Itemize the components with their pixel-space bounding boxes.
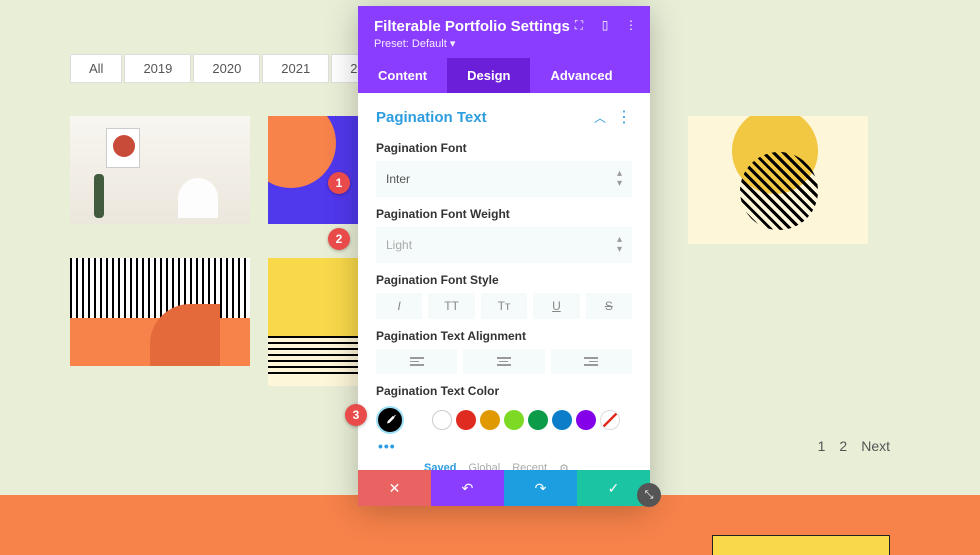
portfolio-tile[interactable] (70, 258, 250, 366)
font-select[interactable]: Inter ▴▾ (376, 161, 632, 197)
chevron-updown-icon: ▴▾ (617, 169, 622, 189)
filter-2020[interactable]: 2020 (193, 54, 260, 83)
tab-design[interactable]: Design (447, 58, 530, 93)
expand-icon[interactable]: ⛶ (572, 18, 586, 32)
portfolio-tile[interactable] (688, 116, 868, 244)
section-menu-icon[interactable]: ⋮ (616, 107, 632, 127)
panel-preset-selector[interactable]: Preset: Default ▾ (374, 37, 634, 50)
chevron-updown-icon: ▴▾ (617, 235, 622, 255)
eyedropper-icon (383, 413, 397, 427)
portfolio-tile[interactable] (70, 116, 250, 224)
underline-button[interactable]: U (533, 293, 579, 319)
swatch-none[interactable] (600, 410, 620, 430)
filter-2021[interactable]: 2021 (262, 54, 329, 83)
callout-marker-2: 2 (328, 228, 350, 250)
align-label: Pagination Text Alignment (376, 329, 632, 343)
more-icon[interactable]: ⋮ (624, 18, 638, 32)
swatch-blue[interactable] (552, 410, 572, 430)
undo-button[interactable]: ↶ (431, 470, 504, 506)
column-icon[interactable]: ▯ (598, 18, 612, 32)
swatch-tab-recent[interactable]: Recent (512, 462, 547, 470)
redo-button[interactable]: ↷ (504, 470, 577, 506)
style-label: Pagination Font Style (376, 273, 632, 287)
swatch-settings-icon[interactable]: ⚙ (559, 462, 569, 471)
more-colors-icon[interactable]: ••• (378, 438, 632, 454)
swatch-black[interactable] (408, 410, 428, 430)
weight-select[interactable]: Light ▴▾ (376, 227, 632, 263)
collapse-icon[interactable]: ︿ (594, 109, 606, 126)
swatch-red[interactable] (456, 410, 476, 430)
panel-body: Pagination Text ︿ ⋮ Pagination Font Inte… (358, 93, 650, 470)
panel-footer: ✕ ↶ ↷ ✓ (358, 470, 650, 506)
filter-2019[interactable]: 2019 (124, 54, 191, 83)
color-label: Pagination Text Color (376, 384, 632, 398)
smallcaps-button[interactable]: Tᴛ (481, 293, 527, 319)
callout-marker-1: 1 (328, 172, 350, 194)
pagination-page-1[interactable]: 1 (818, 438, 826, 454)
tab-advanced[interactable]: Advanced (530, 58, 632, 93)
filter-all[interactable]: All (70, 54, 122, 83)
swatch-green[interactable] (528, 410, 548, 430)
filter-bar: All 2019 2020 2021 2022 (70, 54, 398, 83)
align-right-button[interactable] (551, 349, 632, 374)
swatch-white[interactable] (432, 410, 452, 430)
font-label: Pagination Font (376, 141, 632, 155)
color-picker-button[interactable] (376, 406, 404, 434)
panel-header: Filterable Portfolio Settings Preset: De… (358, 6, 650, 58)
pagination-next[interactable]: Next (861, 438, 890, 454)
swatch-amber[interactable] (480, 410, 500, 430)
panel-tabs: Content Design Advanced (358, 58, 650, 93)
align-center-button[interactable] (463, 349, 544, 374)
swatch-purple[interactable] (576, 410, 596, 430)
close-button[interactable]: ✕ (358, 470, 431, 506)
callout-marker-3: 3 (345, 404, 367, 426)
settings-panel: Filterable Portfolio Settings Preset: De… (358, 6, 650, 506)
uppercase-button[interactable]: TT (428, 293, 474, 319)
resize-handle[interactable]: ⤡ (637, 483, 661, 507)
strikethrough-button[interactable]: S (586, 293, 632, 319)
section-title[interactable]: Pagination Text (376, 109, 487, 126)
pagination-nav: 1 2 Next (818, 438, 890, 454)
footer-accent (712, 535, 890, 555)
swatch-tab-saved[interactable]: Saved (424, 462, 456, 470)
align-left-button[interactable] (376, 349, 457, 374)
swatch-tab-global[interactable]: Global (468, 462, 500, 470)
swatch-lime[interactable] (504, 410, 524, 430)
tab-content[interactable]: Content (358, 58, 447, 93)
weight-label: Pagination Font Weight (376, 207, 632, 221)
pagination-page-2[interactable]: 2 (839, 438, 847, 454)
italic-button[interactable]: I (376, 293, 422, 319)
